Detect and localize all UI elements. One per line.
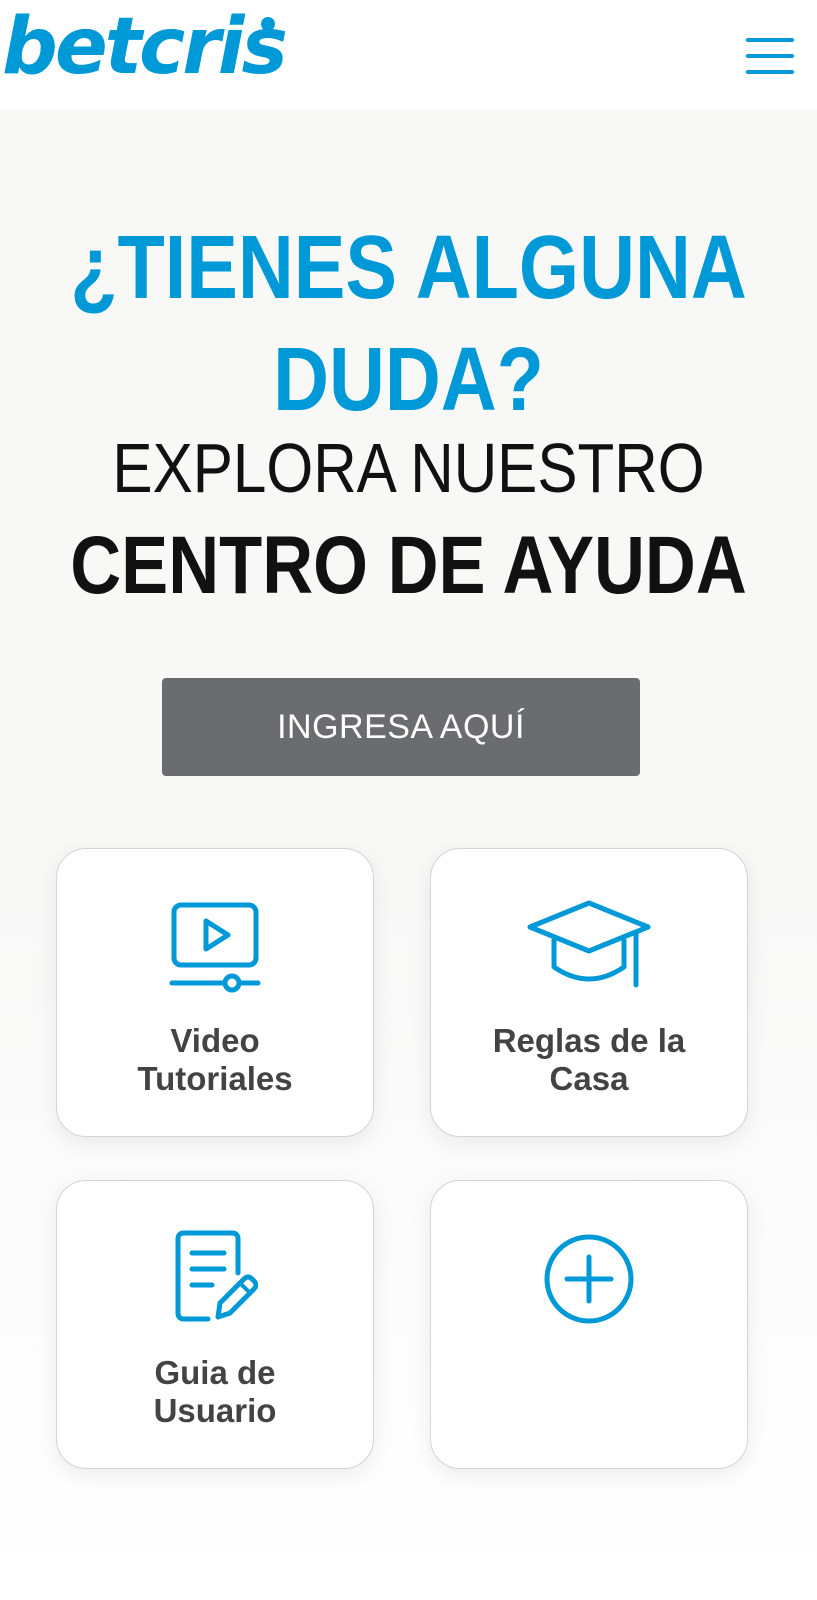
menu-button[interactable] [746,34,794,74]
card-more[interactable] [430,1180,748,1469]
card-label: Reglas de la Casa [492,1022,686,1097]
hero-title: ¿TIENES ALGUNA DUDA? [70,218,747,430]
betcris-logo[interactable]: betcris [2,8,288,86]
plus-circle-icon [544,1234,634,1324]
card-guia-de-usuario[interactable]: Guia de Usuario [56,1180,374,1469]
hamburger-menu-icon-line [746,70,794,74]
video-player-icon [169,902,261,993]
hamburger-menu-icon-line [746,54,794,58]
document-edit-icon [175,1230,258,1322]
card-reglas-de-la-casa[interactable]: Reglas de la Casa [430,848,748,1137]
logo-dot [261,17,275,31]
site-header: betcris [0,0,817,110]
card-label: Guia de Usuario [153,1354,277,1429]
ingresa-aqui-button[interactable]: INGRESA AQUÍ [162,678,640,776]
card-video-tutoriales[interactable]: Video Tutoriales [56,848,374,1137]
graduation-cap-icon [527,900,651,988]
hero-subtitle: EXPLORA NUESTRO [112,429,705,507]
help-hero: ¿TIENES ALGUNA DUDA? EXPLORA NUESTRO CEN… [0,110,817,1600]
card-label: Video Tutoriales [137,1022,293,1097]
hamburger-menu-icon [746,38,794,42]
hero-subtitle-strong: CENTRO DE AYUDA [70,520,747,611]
